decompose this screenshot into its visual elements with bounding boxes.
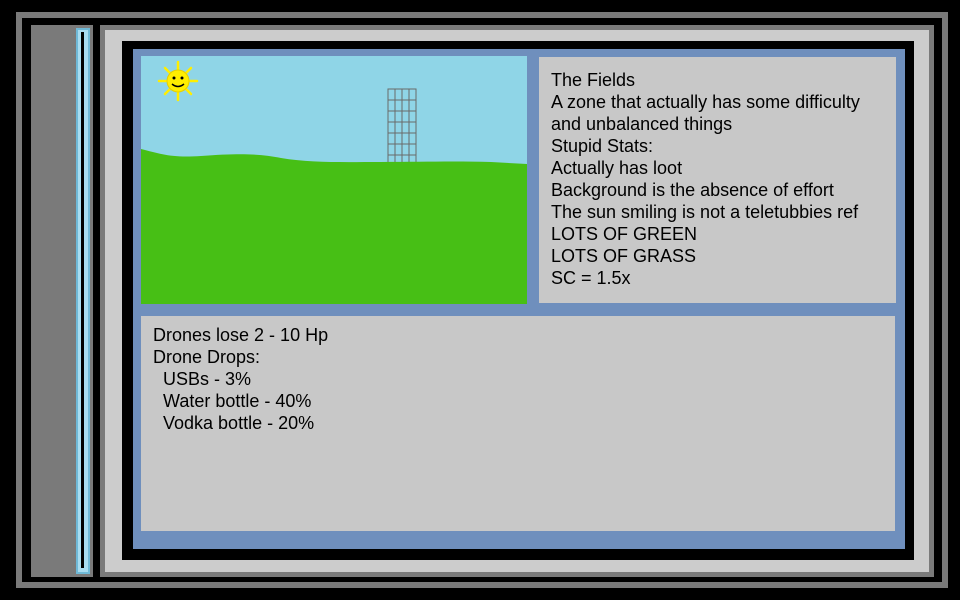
stat-line: LOTS OF GREEN (551, 224, 698, 244)
zone-scene-graphic (141, 56, 527, 304)
zone-info-panel: The Fields A zone that actually has some… (539, 57, 896, 303)
drop-item: USBs - 3% (153, 369, 252, 389)
stat-line: Actually has loot (551, 158, 683, 178)
stat-line: SC = 1.5x (551, 268, 631, 288)
drone-hp-text: Drones lose 2 - 10 Hp (153, 325, 329, 345)
stat-line: The sun smiling is not a teletubbies ref (551, 202, 859, 222)
stat-line: Background is the absence of effort (551, 180, 834, 200)
zone-scene (141, 56, 527, 304)
drop-item: Water bottle - 40% (153, 391, 312, 411)
tower-icon (387, 88, 417, 168)
zone-description-line: A zone that actually has some difficulty (551, 92, 860, 112)
left-rail-bar-core (81, 32, 84, 568)
zone-title: The Fields (551, 70, 636, 90)
drop-item: Vodka bottle - 20% (153, 413, 315, 433)
drops-heading: Drone Drops: (153, 347, 261, 367)
stat-line: LOTS OF GRASS (551, 246, 697, 266)
drone-drops-panel: Drones lose 2 - 10 Hp Drone Drops: USBs … (141, 316, 895, 531)
stats-heading: Stupid Stats: (551, 136, 654, 156)
sun-icon (157, 60, 199, 102)
grass-hill (141, 149, 527, 304)
zone-description-line: and unbalanced things (551, 114, 733, 134)
